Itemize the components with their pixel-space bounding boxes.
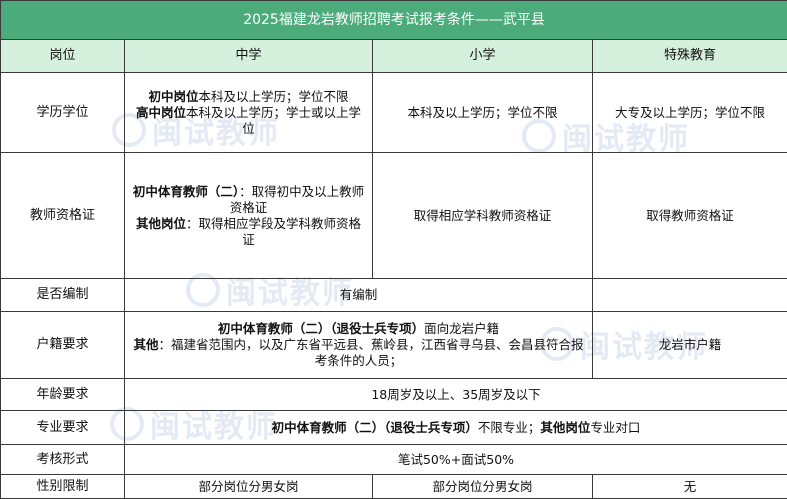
education-middle-senior-label: 高中岗位 (136, 105, 186, 120)
certificate-other-text: ：取得相应学段及学科教师资格证 (186, 216, 361, 247)
gender-middle-cell: 部分岗位分男女岗 (125, 475, 373, 499)
column-header-special-education: 特殊教育 (593, 40, 787, 73)
table-row-major: 专业要求 初中体育教师（二）（退役士兵专项）不限专业；其他岗位专业对口 (1, 411, 787, 445)
row-label: 教师资格证 (1, 153, 125, 279)
requirements-table: 2025福建龙岩教师招聘考试报考条件——武平县 岗位 中学 小学 特殊教育 学历… (0, 0, 787, 499)
table-title: 2025福建龙岩教师招聘考试报考条件——武平县 (1, 1, 787, 40)
household-other-text: ：福建省范围内，以及广东省平远县、蕉岭县，江西省寻乌县、会昌县符合报考条件的人员… (159, 337, 584, 368)
quota-special-cell (593, 279, 787, 312)
certificate-primary-cell: 取得相应学科教师资格证 (373, 153, 593, 279)
row-label: 是否编制 (1, 279, 125, 312)
certificate-special-cell: 取得教师资格证 (593, 153, 787, 279)
certificate-middle-cell: 初中体育教师（二）：取得初中及以上教师资格证 其他岗位：取得相应学段及学科教师资… (125, 153, 373, 279)
quota-value: 有编制 (125, 279, 593, 312)
education-middle-junior-text: 本科及以上学历；学位不限 (199, 89, 349, 104)
certificate-pe-teacher-text: ：取得初中及以上教师资格证 (230, 184, 364, 215)
education-middle-junior-label: 初中岗位 (148, 89, 198, 104)
row-label: 年龄要求 (1, 379, 125, 411)
major-value-cell: 初中体育教师（二）（退役士兵专项）不限专业；其他岗位专业对口 (125, 411, 787, 445)
table-row-gender: 性别限制 部分岗位分男女岗 部分岗位分男女岗 无 (1, 475, 787, 499)
row-label: 专业要求 (1, 411, 125, 445)
major-pe-teacher-label: 初中体育教师（二）（退役士兵专项） (272, 420, 478, 435)
table-row-age: 年龄要求 18周岁及以上、35周岁及以下 (1, 379, 787, 411)
education-special-cell: 大专及以上学历；学位不限 (593, 73, 787, 153)
column-header-primary-school: 小学 (373, 40, 593, 73)
row-label: 学历学位 (1, 73, 125, 153)
household-other-label: 其他 (133, 337, 158, 352)
table-row-household: 户籍要求 初中体育教师（二）（退役士兵专项）面向龙岩户籍 其他：福建省范围内，以… (1, 312, 787, 379)
header-row: 岗位 中学 小学 特殊教育 (1, 40, 787, 73)
education-middle-senior-text: 本科及以上学历；学士或以上学位 (186, 105, 361, 136)
certificate-other-label: 其他岗位 (136, 216, 186, 231)
major-pe-teacher-text: 不限专业； (478, 420, 541, 435)
education-primary-cell: 本科及以上学历；学位不限 (373, 73, 593, 153)
row-label: 户籍要求 (1, 312, 125, 379)
household-pe-teacher-text: 面向龙岩户籍 (424, 321, 499, 336)
row-label: 考核形式 (1, 445, 125, 475)
age-value: 18周岁及以上、35周岁及以下 (125, 379, 787, 411)
table-row-education: 学历学位 初中岗位本科及以上学历；学位不限 高中岗位本科及以上学历；学士或以上学… (1, 73, 787, 153)
household-special-cell: 龙岩市户籍 (593, 312, 787, 379)
gender-primary-cell: 部分岗位分男女岗 (373, 475, 593, 499)
table-row-quota: 是否编制 有编制 (1, 279, 787, 312)
gender-special-cell: 无 (593, 475, 787, 499)
household-pe-teacher-label: 初中体育教师（二）（退役士兵专项） (218, 321, 424, 336)
certificate-pe-teacher-label: 初中体育教师（二） (133, 184, 239, 199)
column-header-position: 岗位 (1, 40, 125, 73)
education-middle-cell: 初中岗位本科及以上学历；学位不限 高中岗位本科及以上学历；学士或以上学位 (125, 73, 373, 153)
household-main-cell: 初中体育教师（二）（退役士兵专项）面向龙岩户籍 其他：福建省范围内，以及广东省平… (125, 312, 593, 379)
major-other-label: 其他岗位 (540, 420, 590, 435)
major-other-text: 专业对口 (590, 420, 640, 435)
row-label: 性别限制 (1, 475, 125, 499)
title-row: 2025福建龙岩教师招聘考试报考条件——武平县 (1, 1, 787, 40)
exam-value: 笔试50%+面试50% (125, 445, 787, 475)
column-header-middle-school: 中学 (125, 40, 373, 73)
table-row-certificate: 教师资格证 初中体育教师（二）：取得初中及以上教师资格证 其他岗位：取得相应学段… (1, 153, 787, 279)
table-row-exam: 考核形式 笔试50%+面试50% (1, 445, 787, 475)
